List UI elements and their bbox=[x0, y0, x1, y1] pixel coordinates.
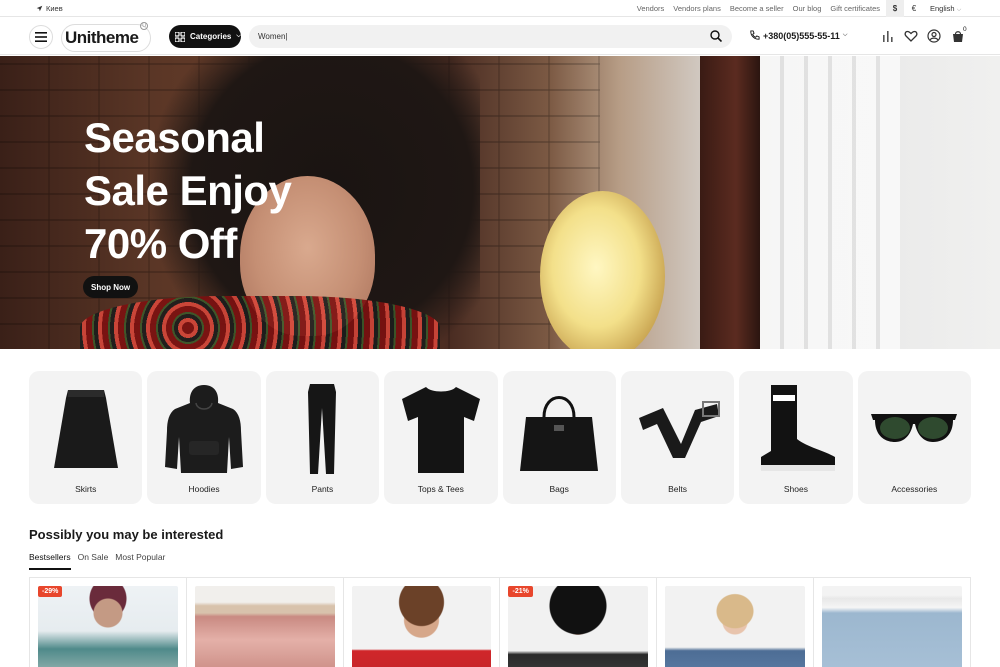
hoodie-icon bbox=[165, 385, 244, 473]
product-card[interactable] bbox=[344, 578, 501, 667]
logo[interactable]: Uni theme U bbox=[61, 22, 151, 52]
tab-most-popular[interactable]: Most Popular bbox=[115, 552, 165, 570]
category-card-skirts[interactable]: Skirts bbox=[29, 371, 143, 504]
category-label: Hoodies bbox=[188, 484, 220, 494]
category-row: Skirts Hoodies Pants Tops & Tees Bags Be… bbox=[29, 371, 971, 504]
phone-dropdown[interactable]: +380(05)555-55-11 ⌵ bbox=[749, 30, 847, 41]
product-image[interactable] bbox=[194, 586, 335, 667]
hero-door-image bbox=[700, 56, 760, 349]
product-grid: -29% -21% bbox=[29, 577, 971, 667]
category-card-shoes[interactable]: Shoes bbox=[739, 371, 853, 504]
phone-number: +380(05)555-55-11 bbox=[763, 30, 840, 41]
cart-button[interactable]: 0 bbox=[951, 26, 971, 46]
tab-bestsellers[interactable]: Bestsellers bbox=[29, 552, 71, 570]
skirt-icon bbox=[53, 390, 118, 468]
product-image[interactable] bbox=[822, 586, 962, 667]
category-card-tops-tees[interactable]: Tops & Tees bbox=[384, 371, 498, 504]
hero-headline: Seasonal Sale Enjoy 70% Off bbox=[84, 111, 292, 270]
phone-icon bbox=[750, 30, 760, 40]
categories-button[interactable]: Categories ⌵ bbox=[169, 25, 241, 48]
language-label: English bbox=[930, 4, 955, 13]
chevron-down-icon: ⌵ bbox=[236, 33, 241, 39]
cart-count-badge: 0 bbox=[963, 26, 967, 33]
menu-button[interactable] bbox=[29, 25, 53, 49]
bag-icon bbox=[520, 396, 599, 471]
search-icon[interactable] bbox=[710, 30, 722, 42]
search-input[interactable]: Women| bbox=[249, 25, 732, 48]
chevron-down-icon: ⌵ bbox=[956, 7, 962, 13]
sunglasses-icon bbox=[871, 414, 958, 442]
discount-badge: -29% bbox=[38, 586, 63, 597]
category-label: Tops & Tees bbox=[417, 484, 464, 494]
product-card[interactable] bbox=[814, 578, 971, 667]
tab-on-sale[interactable]: On Sale bbox=[78, 552, 109, 570]
compare-icon[interactable] bbox=[881, 29, 895, 43]
section-title: Possibly you may be interested bbox=[29, 527, 224, 542]
hero-lamp-image bbox=[540, 191, 665, 349]
top-bar: Киев Vendors Vendors plans Become a sell… bbox=[0, 0, 1000, 17]
product-card[interactable]: -29% bbox=[29, 578, 187, 667]
shoe-icon bbox=[760, 385, 835, 471]
category-label: Accessories bbox=[891, 484, 938, 494]
hero-model-scarf bbox=[80, 296, 440, 349]
hamburger-icon bbox=[35, 32, 47, 42]
shop-now-button[interactable]: Shop Now bbox=[83, 276, 139, 298]
hero-window-image bbox=[760, 56, 900, 349]
location-arrow-icon bbox=[36, 5, 43, 12]
pants-icon bbox=[308, 384, 337, 474]
category-label: Skirts bbox=[75, 484, 97, 494]
grid-icon bbox=[175, 31, 185, 42]
wishlist-heart-icon[interactable] bbox=[904, 29, 918, 43]
main-header: Uni theme U Categories ⌵ Women| +380(05)5… bbox=[0, 17, 1000, 55]
link-blog[interactable]: Our blog bbox=[793, 4, 822, 13]
product-card[interactable] bbox=[657, 578, 815, 667]
category-label: Shoes bbox=[783, 484, 808, 494]
discount-badge: -21% bbox=[508, 586, 533, 597]
logo-rest: theme bbox=[90, 28, 139, 47]
product-card[interactable]: -21% bbox=[500, 578, 658, 667]
location-label: Киев bbox=[46, 4, 63, 13]
currency-usd[interactable]: $ bbox=[886, 0, 904, 17]
categories-label: Categories bbox=[190, 32, 232, 41]
category-label: Pants bbox=[311, 484, 334, 494]
category-label: Belts bbox=[668, 484, 688, 494]
user-account-icon[interactable] bbox=[927, 29, 941, 43]
logo-bold: Uni bbox=[65, 28, 91, 47]
link-vendors-plans[interactable]: Vendors plans bbox=[673, 4, 721, 13]
currency-eur[interactable]: € bbox=[905, 0, 923, 17]
category-label: Bags bbox=[549, 484, 569, 494]
hero-headline-line2: Sale Enjoy bbox=[84, 167, 292, 214]
location-selector[interactable]: Киев bbox=[36, 4, 63, 13]
belt-icon bbox=[638, 401, 720, 458]
tshirt-icon bbox=[401, 387, 480, 473]
product-card[interactable] bbox=[187, 578, 344, 667]
category-card-belts[interactable]: Belts bbox=[620, 371, 735, 504]
category-card-bags[interactable]: Bags bbox=[502, 371, 616, 504]
product-image[interactable] bbox=[351, 586, 492, 667]
product-image[interactable] bbox=[38, 586, 178, 667]
product-image[interactable] bbox=[508, 586, 649, 667]
hero-headline-line1: Seasonal bbox=[84, 114, 265, 161]
category-card-pants[interactable]: Pants bbox=[265, 371, 380, 504]
link-gift-certificates[interactable]: Gift certificates bbox=[830, 4, 880, 13]
link-become-seller[interactable]: Become a seller bbox=[730, 4, 784, 13]
hero-banner[interactable]: Seasonal Sale Enjoy 70% Off Shop Now bbox=[0, 56, 1000, 349]
logo-mark-icon: U bbox=[140, 22, 148, 30]
category-card-accessories[interactable]: Accessories bbox=[857, 371, 971, 504]
hero-headline-line3: 70% Off bbox=[84, 220, 237, 267]
product-image[interactable] bbox=[665, 586, 806, 667]
category-card-hoodies[interactable]: Hoodies bbox=[147, 371, 261, 504]
chevron-down-icon: ⌵ bbox=[842, 32, 848, 38]
link-vendors[interactable]: Vendors bbox=[637, 4, 665, 13]
product-tabs: Bestsellers On Sale Most Popular bbox=[29, 552, 165, 570]
language-selector[interactable]: English ⌵ bbox=[930, 4, 961, 14]
search-value: Women| bbox=[258, 32, 288, 41]
top-links: Vendors Vendors plans Become a seller Ou… bbox=[637, 4, 880, 13]
